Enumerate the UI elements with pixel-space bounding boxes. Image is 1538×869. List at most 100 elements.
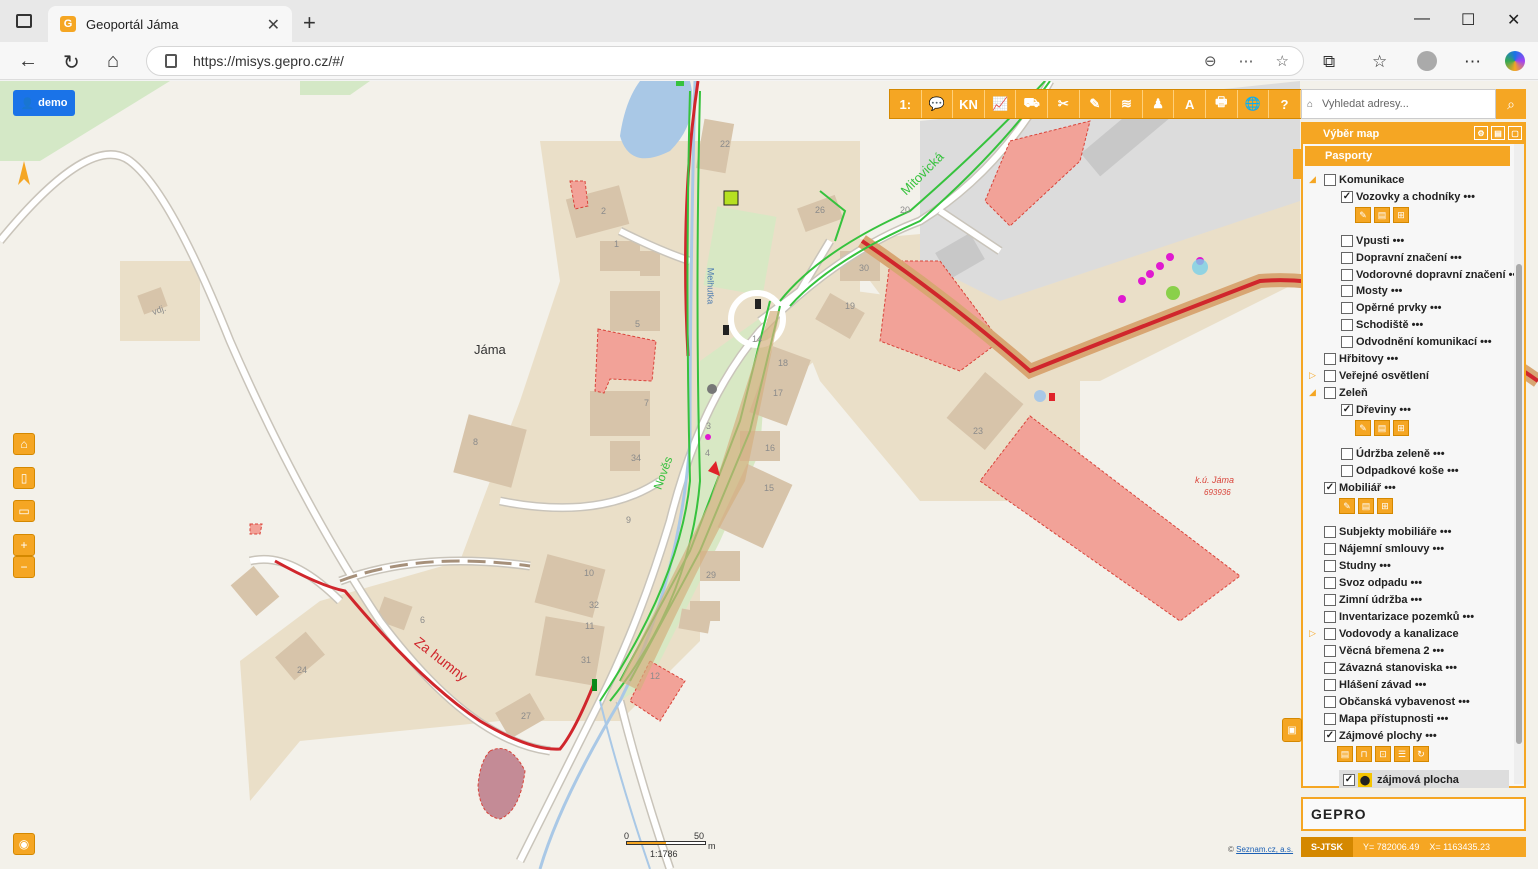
layer-checkbox[interactable] — [1341, 301, 1353, 314]
layer-tool-icon[interactable]: ⊡ — [1375, 746, 1391, 762]
layer-checkbox[interactable] — [1324, 644, 1336, 657]
layer-checkbox[interactable] — [1324, 695, 1336, 708]
layer-item[interactable]: Vodovody a kanalizace — [1324, 625, 1459, 642]
layer-checkbox[interactable] — [1324, 712, 1336, 725]
layer-checkbox[interactable] — [1324, 369, 1336, 382]
browser-tab[interactable]: G Geoportál Jáma ✕ — [48, 6, 292, 42]
layer-item[interactable]: Zimní údržba ••• — [1324, 591, 1422, 608]
tab-actions-icon[interactable] — [16, 14, 32, 28]
help-tool-button[interactable]: ? — [1269, 90, 1301, 118]
layer-checkbox[interactable] — [1324, 352, 1336, 365]
layer-checkbox[interactable] — [1324, 173, 1336, 186]
layer-tool-icon[interactable]: ✎ — [1355, 420, 1371, 436]
layers-tool-button[interactable]: ≋ — [1111, 90, 1143, 118]
layer-checkbox[interactable] — [1324, 542, 1336, 555]
measure-tool-button[interactable]: ⛟ — [1016, 90, 1048, 118]
minimize-icon[interactable]: — — [1414, 10, 1430, 28]
legend-item[interactable]: ✓ ⬤ zájmová plocha — [1339, 770, 1509, 788]
reader-icon[interactable]: ⋯ — [1239, 52, 1254, 70]
layer-tool-icon[interactable]: ⊞ — [1377, 498, 1393, 514]
panel-toggle[interactable] — [1293, 149, 1301, 179]
draw-tool-button[interactable]: ✎ — [1080, 90, 1112, 118]
text-tool-button[interactable]: A — [1174, 90, 1206, 118]
close-tab-icon[interactable]: ✕ — [267, 15, 280, 35]
copilot-icon[interactable] — [1505, 51, 1525, 71]
layer-checkbox[interactable]: ✓ — [1324, 481, 1336, 494]
close-window-icon[interactable]: ✕ — [1507, 10, 1520, 30]
favorites-icon[interactable]: ☆ — [1372, 52, 1387, 72]
layer-item[interactable]: Studny ••• — [1324, 557, 1391, 574]
layer-item[interactable]: Údržba zeleně ••• — [1341, 445, 1445, 462]
layer-item[interactable]: Zeleň — [1324, 384, 1368, 401]
zoom-out-button[interactable]: − — [13, 556, 35, 578]
layer-item[interactable]: Dopravní značení ••• — [1341, 249, 1462, 266]
layer-item[interactable]: Mapa přístupnosti ••• — [1324, 710, 1448, 727]
layer-item[interactable]: ✓ Vozovky a chodníky ••• — [1341, 188, 1475, 205]
layer-item[interactable]: ✓ Dřeviny ••• — [1341, 401, 1411, 418]
cut-tool-button[interactable]: ✂ — [1048, 90, 1080, 118]
layer-tool-icon[interactable]: ⊞ — [1393, 420, 1409, 436]
layer-item[interactable]: Mosty ••• — [1341, 282, 1402, 299]
layer-item[interactable]: Svoz odpadu ••• — [1324, 574, 1422, 591]
layer-tool-icon[interactable]: ▤ — [1337, 746, 1353, 762]
section-pasporty[interactable]: Pasporty — [1305, 146, 1510, 166]
streetview-tool-button[interactable]: ♟ — [1143, 90, 1175, 118]
map-canvas[interactable]: Jáma Za humny Mitovická Nověs Melhutka k… — [0, 81, 1538, 869]
layer-tool-icon[interactable]: ⊓ — [1356, 746, 1372, 762]
user-demo-button[interactable]: 👤 demo — [13, 90, 75, 116]
layer-checkbox[interactable] — [1324, 610, 1336, 623]
bookmark-button[interactable]: ▯ — [13, 467, 35, 489]
layer-tool-icon[interactable]: ↻ — [1413, 746, 1429, 762]
layer-checkbox[interactable] — [1324, 525, 1336, 538]
settings-icon[interactable]: ⚙ — [1474, 126, 1488, 140]
favorite-star-icon[interactable]: ☆ — [1276, 52, 1289, 70]
back-icon[interactable]: ← — [18, 50, 38, 73]
layer-checkbox[interactable] — [1324, 593, 1336, 606]
address-search-input[interactable]: ⌂ Vyhledat adresy... — [1301, 89, 1496, 119]
layer-item[interactable]: Hlášení závad ••• — [1324, 676, 1426, 693]
layer-item[interactable]: Hřbitovy ••• — [1324, 350, 1398, 367]
layer-item[interactable]: Věcná břemena 2 ••• — [1324, 642, 1444, 659]
expand-caret-icon[interactable]: ▷ — [1309, 370, 1316, 381]
layer-item[interactable]: Nájemní smlouvy ••• — [1324, 540, 1444, 557]
layer-item[interactable]: ✓ Mobiliář ••• — [1324, 479, 1396, 496]
zoom-in-button[interactable]: + — [13, 534, 35, 556]
cadastre-tool-button[interactable]: KN — [953, 90, 985, 118]
zoom-icon[interactable]: ⊖ — [1204, 52, 1217, 70]
maximize-icon[interactable]: ☐ — [1461, 10, 1475, 30]
extensions-icon[interactable]: ⧉ — [1323, 52, 1335, 72]
home-icon[interactable]: ⌂ — [107, 50, 119, 73]
layer-checkbox[interactable]: ✓ — [1341, 403, 1353, 416]
comment-tool-button[interactable]: 💬 — [922, 90, 954, 118]
layer-checkbox[interactable] — [1324, 678, 1336, 691]
url-field[interactable]: https://misys.gepro.cz/#/ ⊖ ⋯ ☆ — [146, 46, 1304, 76]
layer-checkbox[interactable] — [1341, 447, 1353, 460]
layer-tool-icon[interactable]: ▤ — [1374, 207, 1390, 223]
search-button[interactable]: ⌕ — [1496, 89, 1526, 119]
layer-checkbox[interactable] — [1324, 576, 1336, 589]
layer-item[interactable]: Schodiště ••• — [1341, 316, 1423, 333]
layer-item[interactable]: ✓ Zájmové plochy ••• — [1324, 727, 1437, 744]
expand-caret-icon[interactable]: ▷ — [1309, 628, 1316, 639]
profile-avatar[interactable] — [1417, 51, 1437, 71]
layer-tool-icon[interactable]: ⊞ — [1393, 207, 1409, 223]
collapse-caret-icon[interactable]: ◢ — [1309, 387, 1316, 398]
layer-item[interactable]: Opěrné prvky ••• — [1341, 299, 1442, 316]
layer-item[interactable]: Občanská vybavenost ••• — [1324, 693, 1470, 710]
layer-checkbox[interactable] — [1341, 268, 1353, 281]
layer-checkbox[interactable] — [1341, 284, 1353, 297]
layer-item[interactable]: Inventarizace pozemků ••• — [1324, 608, 1474, 625]
layer-checkbox[interactable] — [1341, 464, 1353, 477]
layer-checkbox[interactable] — [1324, 627, 1336, 640]
coordinate-system-button[interactable]: S-JTSK — [1301, 837, 1354, 857]
layer-checkbox[interactable]: ✓ — [1341, 190, 1353, 203]
layer-tool-icon[interactable]: ✎ — [1339, 498, 1355, 514]
print-tool-button[interactable]: 🖶 — [1206, 90, 1238, 118]
collapse-caret-icon[interactable]: ◢ — [1309, 174, 1316, 185]
layer-item[interactable]: Odpadkové koše ••• — [1341, 462, 1459, 479]
save-icon[interactable]: ▤ — [1491, 126, 1505, 140]
layer-item[interactable]: Subjekty mobiliáře ••• — [1324, 523, 1451, 540]
layer-tool-icon[interactable]: ▤ — [1374, 420, 1390, 436]
layer-tool-icon[interactable]: ☰ — [1394, 746, 1410, 762]
profile-tool-button[interactable]: 📈 — [985, 90, 1017, 118]
